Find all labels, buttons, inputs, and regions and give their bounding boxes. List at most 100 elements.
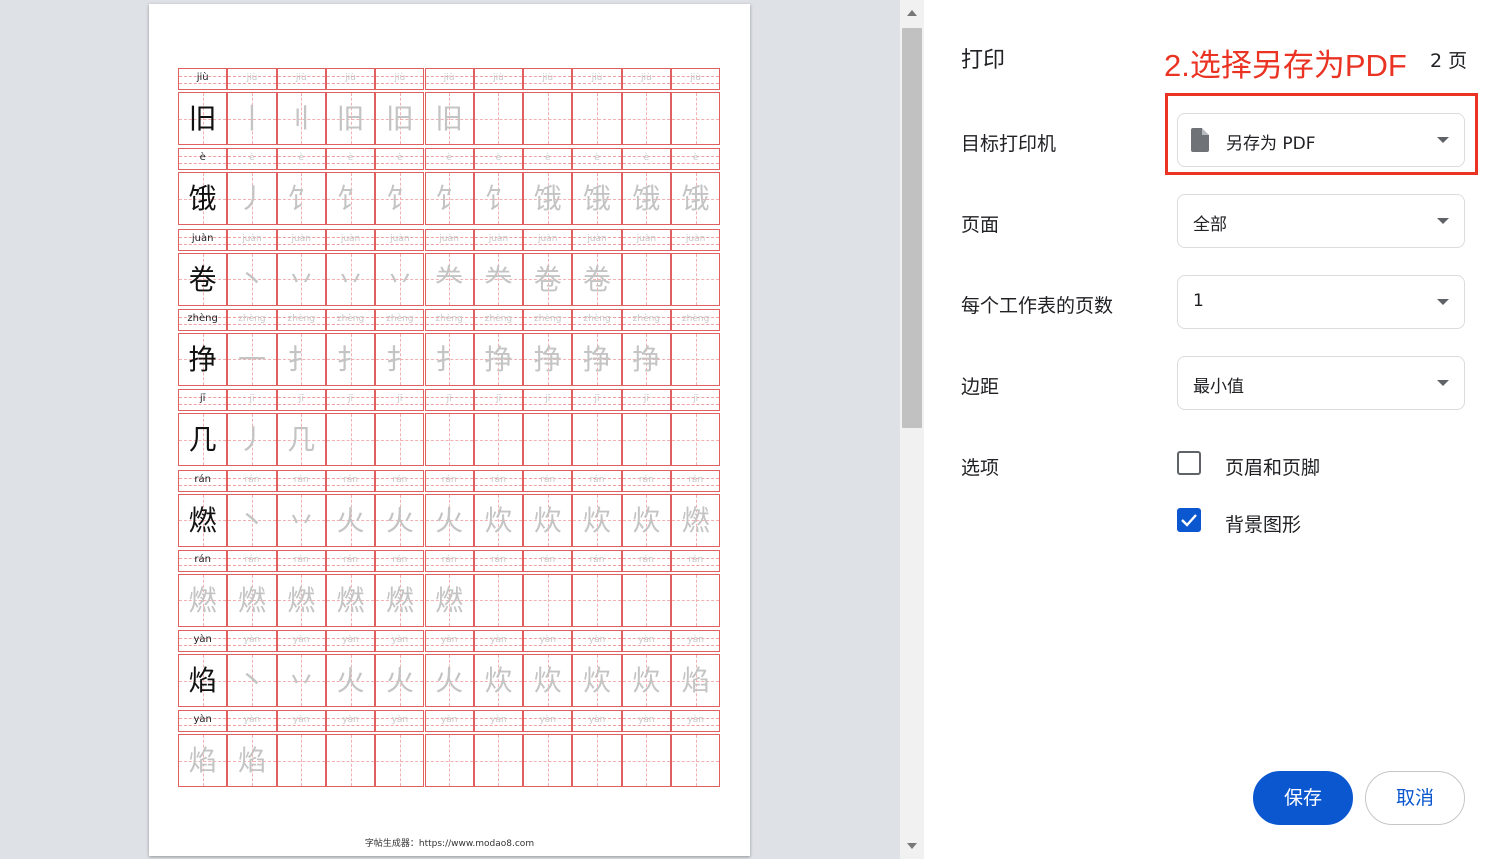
pinyin-trace: juàn xyxy=(439,233,459,244)
scroll-down-arrow-icon[interactable] xyxy=(907,843,917,849)
pinyin-box: rán xyxy=(671,469,721,492)
character-box: 卷 xyxy=(523,252,573,306)
copybook-cell: jī xyxy=(572,389,622,467)
pinyin-box: zhèng xyxy=(227,308,277,331)
pinyin-box: rán xyxy=(227,469,277,492)
copybook-cell: jī xyxy=(473,389,524,467)
copybook-cell: rán xyxy=(523,549,573,627)
pinyin-box: jiù xyxy=(178,68,228,90)
copybook-cell: yàn xyxy=(276,710,326,788)
pinyin-trace: è xyxy=(594,153,600,164)
copybook-cell: rán xyxy=(473,549,524,627)
pinyin-box: jiù xyxy=(621,68,671,90)
pinyin-box: zhèng xyxy=(178,308,228,331)
pinyin-box: rán xyxy=(276,469,326,492)
pinyin-box: jī xyxy=(325,389,376,412)
pages-select[interactable]: 全部 xyxy=(1177,194,1465,248)
copybook-cell: è饿 xyxy=(178,148,228,226)
character-box xyxy=(473,573,524,627)
cancel-button[interactable]: 取消 xyxy=(1365,771,1465,825)
pinyin-label: zhèng xyxy=(187,312,218,324)
pinyin-box: rán xyxy=(621,549,671,572)
trace-character: 焰 xyxy=(237,744,266,778)
pinyin-trace: zhèng xyxy=(287,313,315,324)
copybook-cell: jiù 旧 xyxy=(325,68,376,145)
pinyin-trace: rán xyxy=(244,474,260,485)
copybook-cell: è丿 xyxy=(227,148,277,226)
trace-character: 饿 xyxy=(632,182,661,216)
character-box: 炊 xyxy=(523,493,573,547)
pinyin-box: juàn xyxy=(572,228,622,251)
copybook-cell: è饣 xyxy=(325,148,376,226)
copybook-cell: jiù 〢 xyxy=(276,68,326,145)
pinyin-trace: rán xyxy=(441,474,457,485)
pages-per-sheet-select[interactable]: 1 xyxy=(1177,275,1465,329)
copybook-cell: rán 燃 xyxy=(276,549,326,627)
copybook-row: è饿è丿è饣è饣è饣è饣è饣è饿è饿è饿è饿 xyxy=(178,148,721,226)
character-box: 旧 xyxy=(178,92,228,145)
trace-character: 火 xyxy=(336,503,365,537)
character-box: 炊 xyxy=(473,493,524,547)
background-graphics-label[interactable]: 背景图形 xyxy=(1225,510,1301,537)
trace-character: 挣 xyxy=(632,342,661,376)
pinyin-box: juàn xyxy=(227,228,277,251)
character-box: 丶 xyxy=(227,493,277,547)
headers-footers-checkbox[interactable] xyxy=(1177,451,1201,475)
copybook-cell: rán 燃 xyxy=(424,549,474,627)
copybook-cell: jiù xyxy=(671,68,721,145)
copybook-cell: zhèng 挣 xyxy=(473,308,524,386)
pinyin-trace: rán xyxy=(688,554,704,565)
pinyin-label: jiù xyxy=(196,72,209,83)
copybook-cell: zhèng 挣 xyxy=(178,308,228,386)
trace-character: 卷 xyxy=(533,262,562,296)
character-box: 焰 xyxy=(671,654,721,708)
destination-select[interactable]: 另存为 PDF xyxy=(1177,113,1465,167)
pinyin-trace: juàn xyxy=(340,233,361,244)
background-graphics-checkbox[interactable] xyxy=(1177,508,1201,532)
pinyin-label: rán xyxy=(194,553,211,565)
character-box: 火 xyxy=(375,654,425,708)
copybook-cell: zhèng xyxy=(671,308,721,386)
character-box: 几 xyxy=(276,413,326,467)
save-button[interactable]: 保存 xyxy=(1253,771,1353,825)
print-preview-area: 字帖生成器：https://www.modao8.com jiù 旧 jiù 丨 jiù… xyxy=(0,0,900,859)
pinyin-box: jiù xyxy=(276,68,326,90)
copybook-cell: è饣 xyxy=(375,148,425,226)
pinyin-box: yàn xyxy=(276,710,326,733)
trace-character: 丷 xyxy=(287,262,316,296)
margins-select[interactable]: 最小值 xyxy=(1177,356,1465,410)
destination-label: 目标打印机 xyxy=(961,133,1057,155)
trace-character: 火 xyxy=(435,664,464,698)
character-box: 扌 xyxy=(325,332,376,386)
pinyin-trace: jiù xyxy=(690,73,701,83)
page-footer-text: 字帖生成器：https://www.modao8.com xyxy=(364,839,535,849)
character-box: 饣 xyxy=(424,172,474,226)
margins-label: 边距 xyxy=(961,376,1000,398)
trace-character: 扌 xyxy=(336,342,365,376)
copybook-cell: è饿 xyxy=(671,148,721,226)
character-box xyxy=(523,734,573,788)
pinyin-trace: rán xyxy=(540,554,556,565)
copybook-cell: yàn 焰 xyxy=(671,630,721,708)
character-box xyxy=(671,332,721,386)
copybook-cell: è饣 xyxy=(276,148,326,226)
trace-character: 炊 xyxy=(484,664,513,698)
trace-character: 燃 xyxy=(681,503,710,537)
copybook-cell: juàn xyxy=(671,228,721,306)
copybook-cell: yàn 丶 xyxy=(227,630,277,708)
headers-footers-label[interactable]: 页眉和页脚 xyxy=(1225,453,1320,480)
copybook-cell: jī xyxy=(424,389,474,467)
margins-value: 最小值 xyxy=(1193,377,1244,397)
preview-scrollbar[interactable] xyxy=(900,0,924,859)
trace-character: 炊 xyxy=(632,664,661,698)
trace-character: 饿 xyxy=(533,182,562,216)
pinyin-trace: zhèng xyxy=(534,313,562,324)
character-box xyxy=(473,413,524,467)
scrollbar-thumb[interactable] xyxy=(902,28,922,428)
scroll-up-arrow-icon[interactable] xyxy=(907,10,917,16)
copybook-cell: juàn 丶 xyxy=(227,228,277,306)
copybook-cell: zhèng 一 xyxy=(227,308,277,386)
model-character: 卷 xyxy=(188,262,217,296)
pinyin-box: rán xyxy=(572,549,622,572)
document-icon xyxy=(1191,128,1209,152)
